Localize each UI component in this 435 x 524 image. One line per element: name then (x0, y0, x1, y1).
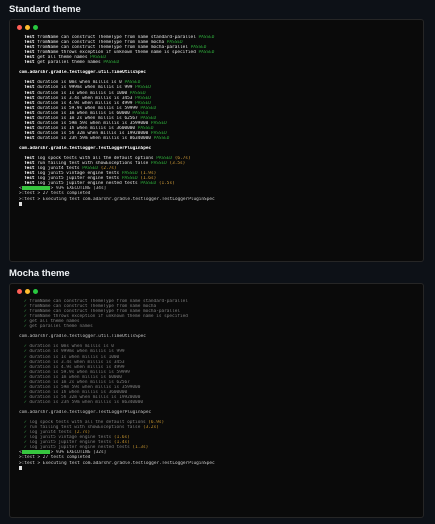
test-keyword: Test (24, 135, 35, 141)
test-keyword: Test (24, 60, 35, 66)
section-title-standard: Standard theme (9, 4, 81, 15)
window-controls (17, 25, 38, 30)
suite-name: com.adarshr.gradle.testlogger.util.TimeU… (19, 334, 146, 340)
suite-name: com.adarshr.gradle.testlogger.util.TimeU… (19, 70, 146, 76)
test-name: get parallel theme names (29, 324, 93, 330)
terminal-output: Test fromName can construct ThemeType fr… (19, 35, 419, 207)
progress-bar-fill (21, 450, 50, 454)
minimize-dot-icon[interactable] (25, 25, 30, 30)
window-controls (17, 289, 38, 294)
status-text: :test > Executing test com.adarshr.gradl… (21, 460, 215, 466)
cursor-line (19, 201, 419, 207)
test-duration: (3.2s) (143, 425, 159, 431)
status-passed: PASSED (150, 161, 167, 167)
status-text: :test > Executing test com.adarshr.gradl… (21, 196, 215, 202)
terminal-window-standard: Test fromName can construct ThemeType fr… (9, 19, 424, 262)
progress-elapsed: [34s] (93, 186, 107, 192)
terminal-output: ✓ fromName can construct ThemeType from … (19, 299, 419, 471)
maximize-dot-icon[interactable] (33, 25, 38, 30)
check-icon: ✓ (24, 324, 27, 330)
minimize-dot-icon[interactable] (25, 289, 30, 294)
cursor-line (19, 465, 419, 471)
test-name: duration is 23h 59m when millis is 86340… (29, 399, 143, 405)
status-passed: PASSED (198, 50, 215, 56)
status-passed: PASSED (153, 135, 170, 141)
check-icon: ✓ (24, 399, 27, 405)
test-name: get parallel theme names (37, 60, 101, 66)
test-duration: (1.5s) (158, 181, 175, 187)
cursor-icon (19, 201, 22, 207)
test-duration: (3.5s) (169, 161, 186, 167)
close-dot-icon[interactable] (17, 25, 22, 30)
test-name: duration is 23h 59m when millis is 86340… (37, 135, 151, 141)
progress-elapsed: [32s] (93, 450, 107, 456)
suite-name: com.adarshr.gradle.testlogger.TestLogger… (19, 410, 152, 416)
suite-name: com.adarshr.gradle.testlogger.TestLogger… (19, 146, 152, 152)
status-passed: PASSED (103, 60, 120, 66)
section-title-mocha: Mocha theme (9, 268, 70, 279)
close-dot-icon[interactable] (17, 289, 22, 294)
terminal-window-mocha: ✓ fromName can construct ThemeType from … (9, 283, 424, 518)
status-passed: PASSED (198, 35, 215, 40)
progress-bar-fill (21, 186, 50, 190)
test-duration: (1.3s) (132, 445, 149, 451)
maximize-dot-icon[interactable] (33, 289, 38, 294)
cursor-icon (19, 465, 22, 471)
status-passed: PASSED (140, 181, 157, 187)
